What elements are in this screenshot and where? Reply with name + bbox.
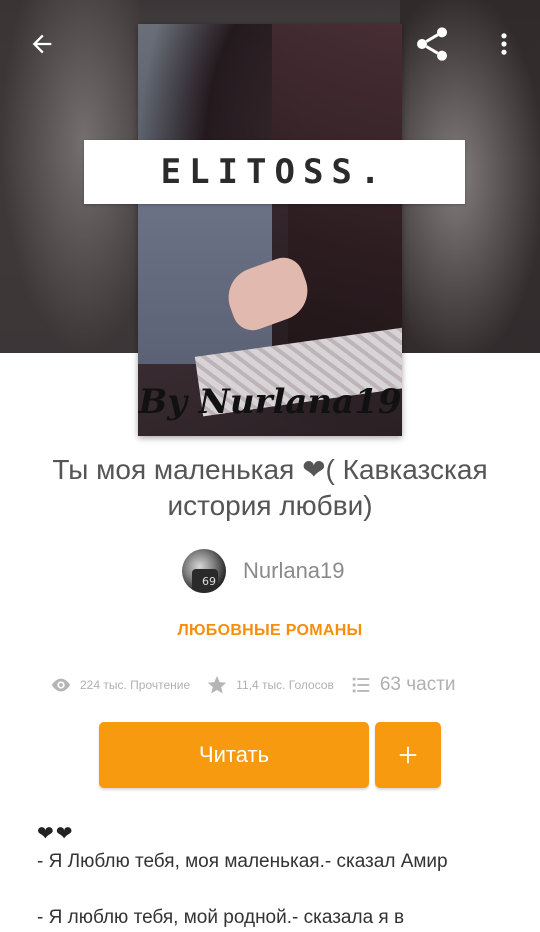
more-options-button[interactable] [482, 22, 526, 66]
share-button[interactable] [410, 22, 454, 66]
story-description: ❤❤ - Я Люблю тебя, моя маленькая.- сказа… [37, 820, 517, 932]
plus-icon [399, 746, 417, 764]
more-vertical-icon [501, 33, 507, 55]
share-icon [417, 27, 447, 61]
avatar-image-icon: 69 [192, 569, 218, 593]
story-cover: By Nurlana19 [138, 24, 402, 436]
reads-stat: 224 тыс. Прочтение [50, 674, 190, 696]
votes-stat: 11,4 тыс. Голосов [206, 674, 334, 696]
description-hearts: ❤❤ [37, 823, 75, 845]
list-icon [352, 677, 370, 693]
svg-text:69: 69 [202, 575, 216, 588]
star-icon [207, 675, 227, 694]
description-line: - Я люблю тебя, мой родной.- сказала я в [37, 907, 405, 928]
story-title: Ты моя маленькая ❤( Кавказская история л… [52, 454, 488, 521]
eye-icon [51, 678, 71, 692]
author-avatar[interactable]: 69 [182, 549, 226, 593]
cover-byline: By Nurlana19 [138, 382, 402, 422]
parts-count[interactable]: 63 части [380, 674, 456, 696]
arrow-left-icon [32, 34, 52, 54]
cover-banner-text: ELITOSS. [160, 152, 389, 192]
cover-title-banner: ELITOSS. [84, 140, 465, 204]
description-line: - Я Люблю тебя, моя маленькая.- сказал А… [37, 851, 448, 872]
genre-link[interactable]: ЛЮБОВНЫЕ РОМАНЫ [0, 622, 540, 640]
parts-stat[interactable]: 63 части [350, 674, 456, 696]
author-link[interactable]: 69 Nurlana19 [182, 548, 345, 594]
author-name[interactable]: Nurlana19 [243, 558, 345, 584]
add-to-library-button[interactable] [375, 722, 441, 788]
story-stats: 224 тыс. Прочтение 11,4 тыс. Голосов 63 … [50, 670, 472, 700]
votes-count: 11,4 тыс. Голосов [236, 678, 334, 692]
reads-count: 224 тыс. Прочтение [80, 678, 191, 692]
back-button[interactable] [20, 22, 64, 66]
read-button[interactable]: Читать [99, 722, 369, 788]
